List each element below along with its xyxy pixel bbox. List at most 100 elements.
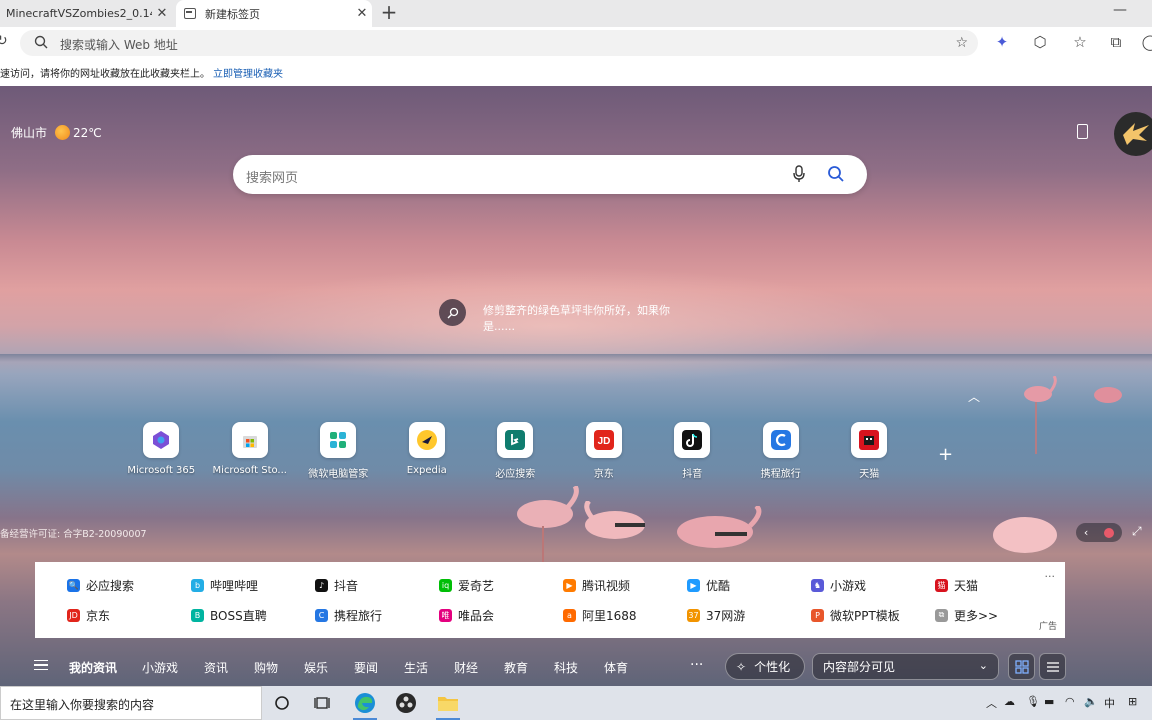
tab-minecraft[interactable]: MinecraftVSZombies2_0.14.0_Beta ✕ bbox=[0, 0, 172, 27]
expand-icon[interactable]: ⤢ bbox=[1132, 524, 1142, 539]
more-options-icon[interactable]: ··· bbox=[1045, 570, 1056, 583]
image-search-icon[interactable] bbox=[439, 299, 466, 326]
onedrive-icon[interactable]: ☁ bbox=[1004, 695, 1015, 708]
favorites-hint: 速访问，请将你的网址收藏放在此收藏夹栏上。 bbox=[0, 69, 210, 80]
address-bar[interactable]: 搜索或输入 Web 地址 ☆ bbox=[20, 30, 978, 56]
quick-link[interactable]: P 微软PPT模板 bbox=[779, 600, 903, 630]
content-visibility-select[interactable]: 内容部分可见 ⌄ bbox=[812, 653, 999, 680]
add-shortcut-icon[interactable]: + bbox=[938, 444, 953, 465]
feed-tab-finance[interactable]: 财经 bbox=[454, 659, 478, 676]
refresh-icon[interactable]: ↻ bbox=[0, 33, 8, 49]
edge-icon[interactable] bbox=[345, 686, 385, 720]
feed-tab-sports[interactable]: 体育 bbox=[604, 659, 628, 676]
chevron-left-icon[interactable]: ‹ bbox=[1084, 526, 1088, 539]
flamingo-image bbox=[1094, 387, 1122, 403]
favorites-icon[interactable]: ☆ bbox=[1070, 33, 1090, 53]
more-tabs-icon[interactable]: ··· bbox=[690, 657, 703, 673]
feed-tab-news[interactable]: 资讯 bbox=[204, 659, 228, 676]
obs-icon[interactable] bbox=[386, 686, 426, 720]
tile-bing[interactable]: 必应搜索 bbox=[471, 422, 560, 480]
grid-icon bbox=[1014, 659, 1029, 674]
battery-icon[interactable]: ▬ bbox=[1044, 695, 1054, 708]
close-icon[interactable]: ✕ bbox=[352, 6, 372, 21]
quick-link-label: 微软PPT模板 bbox=[830, 608, 900, 623]
new-tab-button[interactable]: + bbox=[378, 2, 400, 24]
microphone-icon[interactable]: 🎙 bbox=[1026, 695, 1040, 708]
image-info[interactable]: 修剪整齐的绿色草坪非你所好，如果你是...... bbox=[439, 299, 693, 335]
tab-title: 新建标签页 bbox=[205, 7, 260, 21]
microphone-icon[interactable] bbox=[792, 165, 806, 183]
quick-link[interactable]: JD 京东 bbox=[35, 600, 159, 630]
close-icon[interactable]: ✕ bbox=[152, 6, 172, 21]
tab-new-tab[interactable]: 新建标签页 ✕ bbox=[176, 0, 372, 27]
extensions-icon[interactable]: ⬡ bbox=[1030, 33, 1050, 53]
tile-douyin[interactable]: 抖音 bbox=[648, 422, 737, 480]
quick-link[interactable]: 🔍 必应搜索 bbox=[35, 570, 159, 600]
task-view-icon[interactable] bbox=[302, 686, 342, 720]
quick-link[interactable]: 唯唯品会 bbox=[407, 600, 531, 630]
boss-zhipin-icon: B bbox=[191, 608, 204, 622]
quick-link[interactable]: b 哔哩哔哩 bbox=[159, 570, 283, 600]
tile-tmall[interactable]: 天猫 bbox=[825, 422, 914, 480]
iqiyi-icon: iq bbox=[439, 578, 452, 592]
tile-pc-manager[interactable]: 微软电脑管家 bbox=[294, 422, 383, 480]
quick-link[interactable]: ▶ 优酷 bbox=[655, 570, 779, 600]
quick-link[interactable]: ♞ 小游戏 bbox=[779, 570, 903, 600]
add-favorite-icon[interactable]: ☆ bbox=[955, 35, 968, 51]
quick-link[interactable]: a 阿里1688 bbox=[531, 600, 655, 630]
feed-tab-shopping[interactable]: 购物 bbox=[254, 659, 278, 676]
feed-tab-life[interactable]: 生活 bbox=[404, 659, 428, 676]
web-search-box[interactable]: 搜索网页 bbox=[233, 155, 867, 194]
quick-link[interactable]: 猫天猫 bbox=[903, 570, 1027, 600]
feed-tab-entertainment[interactable]: 娱乐 bbox=[304, 659, 328, 676]
quick-link[interactable]: ▶ 腾讯视频 bbox=[531, 570, 655, 600]
collections-icon[interactable]: ⧉ bbox=[1106, 33, 1126, 53]
visibility-value: 内容部分可见 bbox=[823, 660, 896, 674]
weather-city: 佛山市 bbox=[11, 126, 48, 140]
copilot-icon[interactable]: ✦ bbox=[992, 33, 1012, 53]
hamburger-menu-icon[interactable] bbox=[34, 660, 48, 670]
feed-tab-tech[interactable]: 科技 bbox=[554, 659, 578, 676]
tile-microsoft-365[interactable]: Microsoft 365 bbox=[117, 422, 206, 480]
search-icon[interactable] bbox=[827, 165, 845, 183]
background-switcher[interactable]: ‹ bbox=[1076, 523, 1122, 542]
input-method-indicator[interactable]: 中 bbox=[1104, 695, 1115, 711]
personalize-button[interactable]: ✧ 个性化 bbox=[725, 653, 805, 680]
profile-icon[interactable]: ◯ bbox=[1140, 33, 1152, 53]
language-icon[interactable]: ⊞ bbox=[1128, 695, 1137, 708]
tile-label: Microsoft Sto... bbox=[212, 465, 287, 476]
quick-link[interactable]: 37 37网游 bbox=[655, 600, 779, 630]
file-explorer-icon[interactable] bbox=[428, 686, 468, 720]
quick-link[interactable]: C 携程旅行 bbox=[283, 600, 407, 630]
quick-link[interactable]: ⧉ 更多>> bbox=[903, 600, 1027, 630]
bing-icon bbox=[497, 422, 534, 458]
tab-title: MinecraftVSZombies2_0.14.0_Beta bbox=[6, 7, 152, 20]
tile-ctrip[interactable]: 携程旅行 bbox=[737, 422, 826, 480]
quick-links-row: JD 京东 B BOSS直聘 C 携程旅行 唯唯品会 a 阿里1688 37 37网游 P… bbox=[35, 600, 1035, 630]
tile-label: Expedia bbox=[406, 465, 447, 476]
quick-link[interactable]: ♪ 抖音 bbox=[283, 570, 407, 600]
tile-jd[interactable]: JD 京东 bbox=[560, 422, 649, 480]
show-hidden-icons-icon[interactable]: ︿ bbox=[986, 695, 997, 711]
manage-favorites-link[interactable]: 立即管理收藏夹 bbox=[213, 65, 283, 80]
taskbar-search-input[interactable]: 在这里输入你要搜索的内容 bbox=[0, 686, 262, 720]
quick-link[interactable]: B BOSS直聘 bbox=[159, 600, 283, 630]
grid-view-button[interactable] bbox=[1008, 653, 1035, 680]
feed-tab-my-news[interactable]: 我的资讯 bbox=[69, 659, 117, 676]
collapse-chevron-icon[interactable]: ︿ bbox=[968, 388, 980, 405]
list-view-button[interactable] bbox=[1039, 653, 1066, 680]
tile-microsoft-store[interactable]: Microsoft Sto... bbox=[206, 422, 295, 480]
volume-icon[interactable]: 🔈 bbox=[1084, 695, 1098, 708]
cortana-icon[interactable] bbox=[262, 686, 302, 720]
feed-tab-headlines[interactable]: 要闻 bbox=[354, 659, 378, 676]
feed-tab-education[interactable]: 教育 bbox=[504, 659, 528, 676]
quick-link[interactable]: iq 爱奇艺 bbox=[407, 570, 531, 600]
quick-link-label: 腾讯视频 bbox=[582, 578, 631, 593]
bird-avatar-icon[interactable] bbox=[1114, 112, 1152, 156]
network-icon[interactable]: ◠ bbox=[1065, 695, 1075, 708]
weather-widget[interactable]: 佛山市 22℃ bbox=[11, 124, 102, 141]
tile-expedia[interactable]: Expedia bbox=[383, 422, 472, 480]
mobile-icon[interactable] bbox=[1077, 124, 1088, 139]
minimize-button[interactable]: — bbox=[1110, 2, 1130, 22]
feed-tab-mini-games[interactable]: 小游戏 bbox=[142, 659, 178, 676]
